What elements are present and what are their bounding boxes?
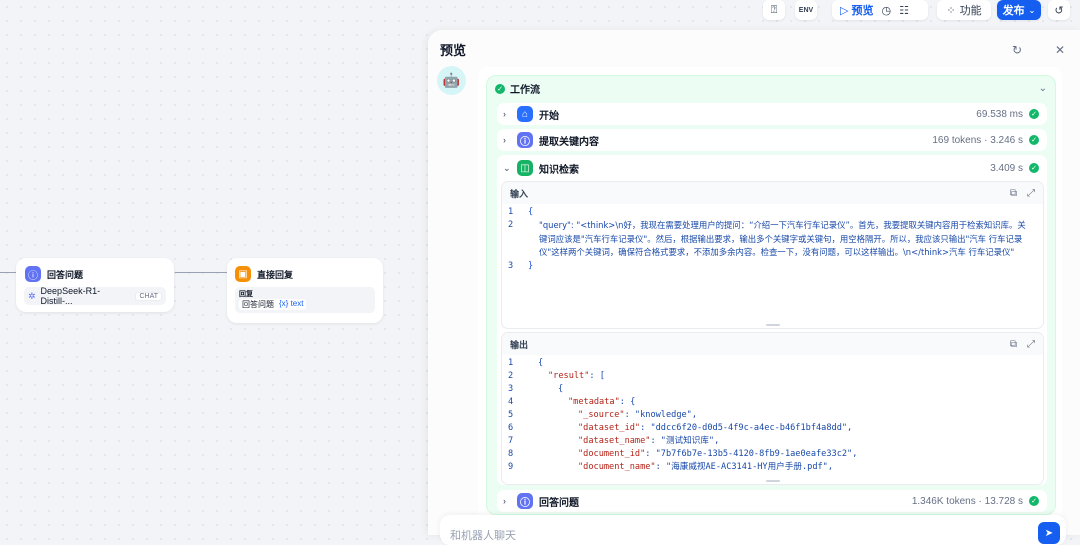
code-line: 6 "dataset_id": "ddcc6f20-d0d5-4f9c-a4ec-… [502,422,1043,435]
chevron-right-icon: › [503,496,506,506]
expand-icon[interactable]: ⤢ [1027,339,1035,350]
code-line: 5 "_source": "knowledge", [502,409,1043,422]
line-number: 4 [508,397,514,407]
json-key: "document_name" [578,462,656,472]
json-value: : "海康威视AE-AC3141-HY用户手册.pdf", [655,462,834,472]
json-value: { [558,384,564,394]
json-key: "_source" [578,410,625,420]
check-icon: ✓ [1029,496,1039,506]
line-number: 9 [508,462,514,472]
variable-inspect-button[interactable]: ⍰ [763,0,785,20]
line-number: 6 [508,423,514,433]
line-number: 8 [508,449,514,459]
input-panel: 输入 ⧉ ⤢ 1{ 2 "query": "<think>\n好，我现在需要处理用户的… [501,181,1044,329]
json-value: : "7b7f6b7e-13b5-4120-8fb9-1ae0eafe33c2"… [645,449,858,459]
run-group: ▷ 预览 ◷ ☷ [832,0,928,20]
bot-avatar: 🤖 [437,66,466,95]
chevron-right-icon: › [503,135,506,145]
panel-title: 预览 [440,43,467,58]
json-value: : "knowledge", [624,410,698,420]
close-icon[interactable]: ✕ [1055,43,1065,57]
publish-button[interactable]: 发布 ⌄ [997,0,1041,20]
chevron-down-icon: ⌄ [1038,83,1047,94]
json-key: "document_id" [578,449,646,459]
chevron-down-icon: ⌄ [1028,5,1036,15]
output-panel: 输出 ⧉ ⤢ 1{2 "result": [3{4 "metadata": {5 "_so… [501,332,1044,485]
workflow-card: ✓ 工作流 ⌄ › ⌂ 开始 69.538 ms ✓ › ⓘ 提取关键内容 169… [486,75,1056,515]
history-icon: ↺ [1054,4,1064,17]
json-value: : { [619,397,636,407]
json-value: { [538,358,544,368]
code-line: 7 "dataset_name": "测试知识库", [502,435,1043,448]
apps-icon: ⁘ [946,4,956,17]
copy-icon[interactable]: ⧉ [1010,339,1017,350]
preview-panel: 预览 ↻ ✕ 🤖 ✓ 工作流 ⌄ › ⌂ 开始 69.538 ms ✓ › ⓘ 提… [428,30,1080,545]
code-line: 1{ [502,357,1043,370]
knowledge-icon: ◫ [517,160,533,176]
code-line: 8 "document_id": "7b7f6b7e-13b5-4120-8fb9… [502,448,1043,461]
json-key: "dataset_id" [578,423,641,433]
json-value: : "测试知识库", [650,436,720,446]
code-line: 9 "document_name": "海康威视AE-AC3141-HY用户手册.… [502,461,1043,474]
json-value: : [ [589,371,605,381]
env-button[interactable]: ENV [795,0,817,20]
workflow-header[interactable]: ✓ 工作流 ⌄ [487,76,1055,101]
llm-icon: ⓘ [517,132,533,148]
copy-icon[interactable]: ⧉ [1010,188,1017,199]
edge [175,272,227,273]
chat-input[interactable]: 和机器人聊天 [440,515,1066,545]
checklist-icon[interactable]: ◷ [882,4,892,17]
line-number: 2 [508,371,514,381]
code-line: 3{ [502,383,1043,396]
answer-node[interactable]: ▣ 直接回复 回复 回答问题 {x} text [227,258,383,323]
json-key: "metadata" [568,397,620,407]
list-icon[interactable]: ☷ [899,4,909,17]
step-knowledge: ⌄ ◫ 知识检索 3.409 s ✓ 输入 ⧉ ⤢ 1{ 2 "query": "<th… [497,155,1047,485]
llm-node[interactable]: ⓘ 回答问题 ✲ DeepSeek-R1-Distill-... CHAT [16,258,174,312]
chevron-down-icon: ⌄ [503,162,511,173]
variable-icon: ⍰ [770,3,778,16]
preview-button[interactable]: ▷ 预览 [840,2,874,18]
send-button[interactable]: ➤ [1038,522,1060,544]
step-extract[interactable]: › ⓘ 提取关键内容 169 tokens · 3.246 s ✓ [497,129,1047,151]
check-icon: ✓ [1029,135,1039,145]
history-button[interactable]: ↺ [1048,0,1070,20]
line-number: 7 [508,436,514,446]
play-icon: ▷ [840,5,849,17]
line-number: 3 [508,384,514,394]
features-button[interactable]: ⁘ 功能 [937,0,991,20]
send-icon: ➤ [1044,527,1054,539]
json-key: "dataset_name" [578,436,651,446]
expand-icon[interactable]: ⤢ [1027,188,1035,199]
check-icon: ✓ [495,83,505,94]
resize-handle[interactable] [765,324,780,326]
line-number: 1 [508,358,514,368]
step-answer[interactable]: › ⓘ 回答问题 1.346K tokens · 13.728 s ✓ [497,490,1047,512]
reply-icon: ▣ [235,266,251,282]
code-line: 2 "result": [ [502,370,1043,383]
llm-icon: ⓘ [25,266,41,282]
check-icon: ✓ [1029,163,1039,173]
restart-icon[interactable]: ↻ [1012,43,1022,57]
model-icon: ✲ [28,290,36,301]
line-number: 5 [508,410,514,420]
edge [0,272,16,273]
chevron-right-icon: › [503,109,506,119]
code-line: 4 "metadata": { [502,396,1043,409]
check-icon: ✓ [1029,109,1039,119]
llm-icon: ⓘ [517,493,533,509]
resize-handle[interactable] [765,480,780,482]
step-start[interactable]: › ⌂ 开始 69.538 ms ✓ [497,103,1047,125]
step-knowledge-header[interactable]: ⌄ ◫ 知识检索 3.409 s ✓ [503,160,1039,176]
home-icon: ⌂ [517,106,533,122]
json-key: "result" [548,371,590,381]
json-value: : "ddcc6f20-d0d5-4f9c-a4ec-b46f1bf4a8dd"… [640,423,853,433]
